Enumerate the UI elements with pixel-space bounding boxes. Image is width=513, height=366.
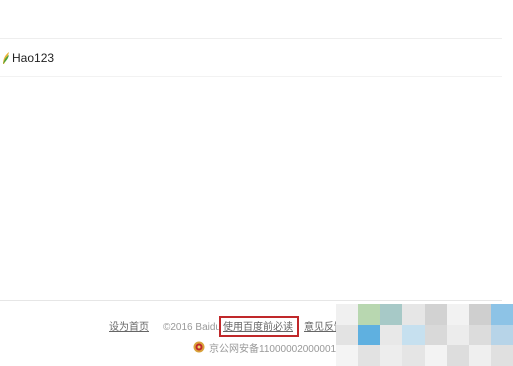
hao123-label: Hao123 [12,51,55,65]
divider-top [0,38,502,39]
hao123-leaf-icon [2,51,10,65]
divider-middle [0,76,502,77]
police-badge-icon [193,341,205,353]
blurred-mosaic-overlay [336,304,513,366]
hao123-item[interactable]: Hao123 [2,50,54,66]
set-homepage-link[interactable]: 设为首页 [109,321,149,335]
icp-record[interactable]: 京公网安备11000002000001号 [193,340,347,355]
copyright-text: ©2016 Baidu [163,322,221,333]
footer-divider [0,300,502,301]
terms-highlight-box [219,316,299,337]
icp-record-text: 京公网安备11000002000001号 [209,343,347,355]
